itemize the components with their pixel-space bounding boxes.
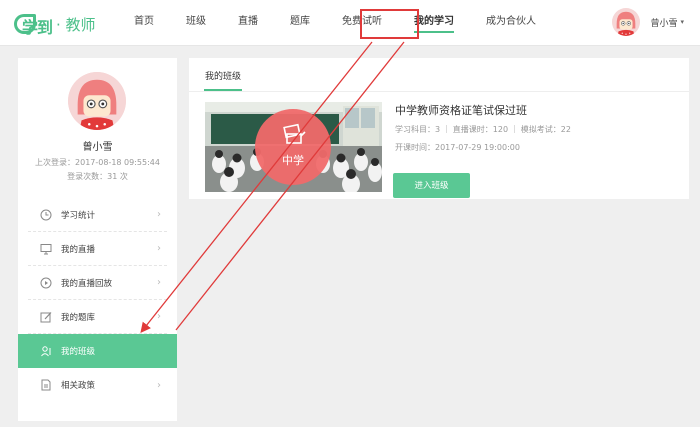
chevron-right-icon: › (157, 379, 161, 391)
separator: | (445, 124, 448, 133)
logo[interactable]: 学到 · 教师 (14, 10, 96, 38)
nav-label: 直播 (238, 16, 258, 27)
chevron-right-icon: › (157, 243, 161, 254)
sidebar-item-label: 相关政策 (61, 381, 96, 391)
course-stats: 学习科目：3 | 直播课时：120 | 模拟考试：22 (395, 124, 571, 135)
annotation-highlight-box (360, 9, 419, 39)
enter-class-button[interactable]: 进入班级 (393, 173, 470, 198)
active-underline (414, 31, 454, 33)
nav-label: 成为合伙人 (486, 16, 536, 27)
nav-label: 我的学习 (414, 16, 454, 27)
sidebar: 曾小雪 上次登录：2017-08-18 09:55:44 登录次数：31 次 学… (18, 58, 177, 421)
separator: | (513, 124, 516, 133)
user-menu[interactable]: 曾小雪 ▾ (612, 8, 684, 36)
logo-mark: 学到 (14, 12, 54, 37)
play-icon (40, 277, 52, 288)
main-panel: 我的班级 中学 中学教师资格证笔试保过班 学习科目：3 | 直播课时：120 |… (189, 58, 689, 199)
chevron-right-icon: › (157, 209, 161, 220)
sidebar-item-label: 我的题库 (61, 312, 96, 323)
avatar-illustration-icon (612, 8, 641, 36)
nav-label: 首页 (134, 16, 154, 27)
course-badge-text: 中学 (282, 153, 304, 167)
user-name[interactable]: 曾小雪 (650, 16, 677, 29)
classroom-photo: 中学 (205, 102, 382, 192)
avatar-illustration-icon (68, 72, 126, 130)
subjects-count: 学习科目：3 (395, 125, 441, 134)
sidebar-item-study-stats[interactable]: 学习统计 › (28, 198, 167, 232)
exams-count: 模拟考试：22 (520, 125, 571, 134)
logo-subtitle: · 教师 (56, 15, 96, 34)
document-icon (41, 379, 51, 391)
avatar[interactable] (612, 8, 641, 36)
nav-label: 题库 (290, 16, 310, 27)
login-count-text: 登录次数：31 次 (67, 172, 128, 181)
top-header: 学到 · 教师 首页 班级 直播 题库 免费试听 我的学习 成为合伙人 曾小雪 … (0, 0, 700, 46)
logo-text: 学到 (22, 18, 53, 37)
sidebar-item-live-replay[interactable]: 我的直播回放 › (28, 266, 167, 300)
clock-icon (40, 209, 52, 220)
user-card-icon (41, 346, 51, 357)
sidebar-item-my-class[interactable]: 我的班级 (18, 334, 177, 368)
course-thumbnail[interactable]: 中学 (205, 102, 382, 192)
nav-item-live[interactable]: 直播 (218, 0, 270, 46)
edit-icon (40, 311, 52, 322)
chevron-right-icon: › (157, 311, 161, 322)
last-login-text: 上次登录：2017-08-18 09:55:44 (35, 158, 160, 167)
chevron-right-icon: › (157, 277, 161, 288)
course-title[interactable]: 中学教师资格证笔试保过班 (395, 102, 527, 118)
sidebar-item-label: 我的直播回放 (61, 278, 113, 289)
sidebar-item-label: 我的直播 (61, 244, 96, 255)
lessons-count: 直播课时：120 (452, 125, 509, 134)
monitor-icon (40, 243, 52, 254)
tab-my-class[interactable]: 我的班级 (204, 65, 242, 92)
nav-item-question-bank[interactable]: 题库 (270, 0, 322, 46)
sidebar-item-my-questions[interactable]: 我的题库 › (28, 300, 167, 334)
sidebar-item-policies[interactable]: 相关政策 › (28, 368, 167, 402)
nav-item-home[interactable]: 首页 (120, 0, 166, 46)
nav-item-partner[interactable]: 成为合伙人 (466, 0, 548, 46)
sidebar-item-label: 我的班级 (61, 347, 96, 357)
nav-label: 班级 (186, 16, 206, 27)
nav-item-classes[interactable]: 班级 (166, 0, 218, 46)
profile-name: 曾小雪 (82, 142, 113, 153)
main-nav: 首页 班级 直播 题库 免费试听 我的学习 成为合伙人 (120, 0, 548, 46)
course-start-time: 开课时间：2017-07-29 19:00:00 (395, 143, 520, 152)
chevron-down-icon[interactable]: ▾ (680, 18, 684, 26)
profile-avatar (68, 72, 126, 130)
sidebar-item-my-live[interactable]: 我的直播 › (28, 232, 167, 266)
sidebar-menu: 学习统计 › 我的直播 › 我的直播回放 › 我的题库 › 我的班级 相关政策 … (18, 198, 177, 402)
sidebar-item-label: 学习统计 (61, 210, 96, 221)
tab-divider (189, 91, 689, 92)
